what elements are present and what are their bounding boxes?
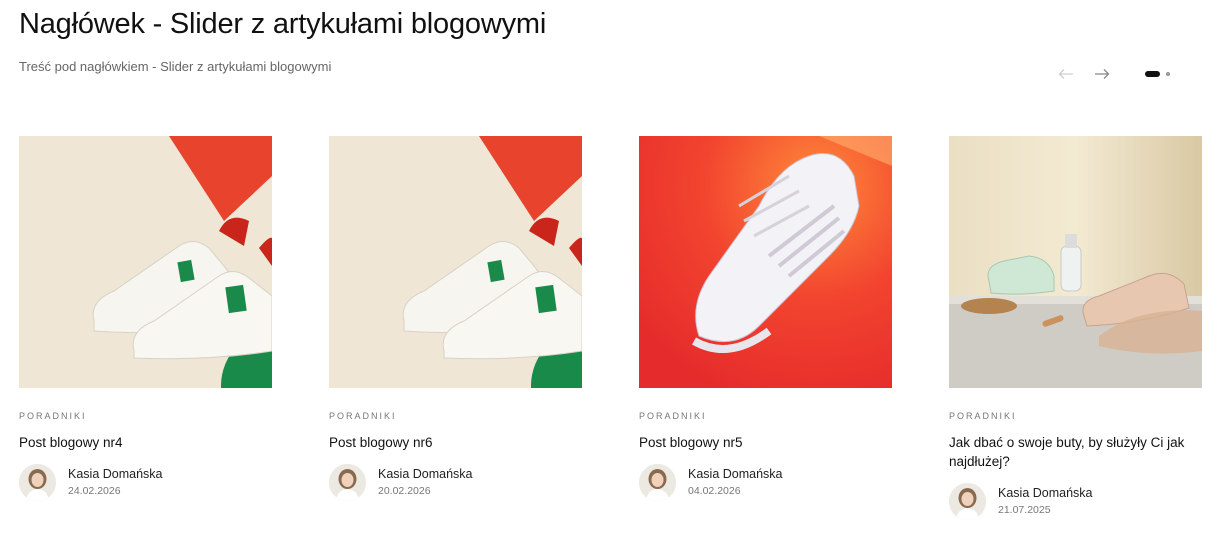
author-name: Kasia Domańska [688,467,783,481]
blog-card: PORADNIKI Post blogowy nr5 Kasia Domańsk… [639,136,892,501]
post-date: 24.02.2026 [68,485,121,497]
pagination-dot-active[interactable] [1145,71,1160,77]
post-date: 04.02.2026 [688,485,741,497]
post-thumbnail[interactable] [639,136,892,388]
post-author: Kasia Domańska 21.07.2025 [949,483,1202,520]
post-thumbnail[interactable] [19,136,272,388]
post-author: Kasia Domańska 20.02.2026 [329,464,582,501]
slider-navigation [1055,66,1170,82]
post-thumbnail[interactable] [329,136,582,388]
post-title[interactable]: Jak dbać o swoje buty, by służyły Ci jak… [949,433,1202,471]
slider-pagination [1145,71,1170,77]
post-title[interactable]: Post blogowy nr5 [639,433,892,452]
author-name: Kasia Domańska [68,467,163,481]
avatar [329,464,366,501]
post-category[interactable]: PORADNIKI [329,411,582,421]
blog-cards: PORADNIKI Post blogowy nr4 Kasia Domańsk… [19,136,1202,536]
arrow-left-icon [1058,69,1073,79]
post-author: Kasia Domańska 04.02.2026 [639,464,892,501]
author-name: Kasia Domańska [998,486,1093,500]
arrow-right-icon [1095,69,1110,79]
blog-card: PORADNIKI Jak dbać o swoje buty, by służ… [949,136,1202,520]
post-thumbnail[interactable] [949,136,1202,388]
post-date: 20.02.2026 [378,485,431,497]
shoe-care-image [949,136,1202,388]
author-name: Kasia Domańska [378,467,473,481]
post-title[interactable]: Post blogowy nr4 [19,433,272,452]
avatar [949,483,986,520]
post-author: Kasia Domańska 24.02.2026 [19,464,272,501]
avatar [19,464,56,501]
post-category[interactable]: PORADNIKI [19,411,272,421]
post-date: 21.07.2025 [998,504,1051,516]
slider-prev-button[interactable] [1055,66,1077,82]
sneaker-image [639,136,892,388]
slider-next-button[interactable] [1091,66,1113,82]
section-title: Nagłówek - Slider z artykułami blogowymi [19,8,547,40]
post-title[interactable]: Post blogowy nr6 [329,433,582,452]
avatar [639,464,676,501]
pagination-dot[interactable] [1166,72,1170,76]
post-category[interactable]: PORADNIKI [949,411,1202,421]
sneakers-image [329,136,582,388]
blog-card: PORADNIKI Post blogowy nr4 Kasia Domańsk… [19,136,272,501]
sneakers-image [19,136,272,388]
section-subtitle: Treść pod nagłówkiem - Slider z artykuła… [19,59,332,74]
blog-card: PORADNIKI Post blogowy nr6 Kasia Domańsk… [329,136,582,501]
post-category[interactable]: PORADNIKI [639,411,892,421]
